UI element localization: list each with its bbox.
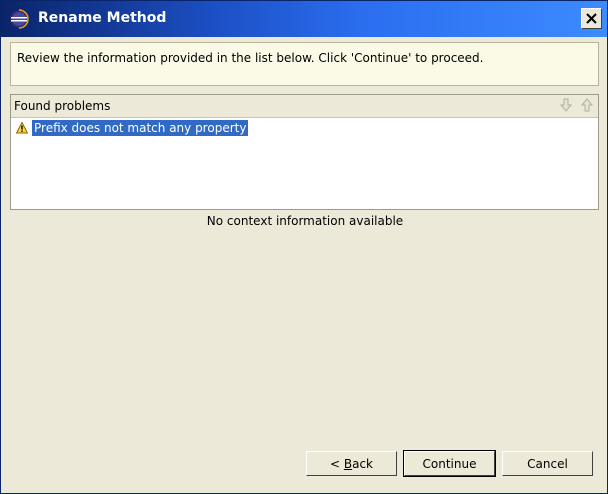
back-button-suffix: ack bbox=[352, 457, 373, 471]
warning-icon bbox=[15, 121, 29, 134]
title-bar[interactable]: Rename Method bbox=[1, 1, 607, 37]
message-banner: Review the information provided in the l… bbox=[10, 42, 599, 86]
context-info-text: No context information available bbox=[206, 214, 404, 228]
previous-problem-icon[interactable] bbox=[580, 98, 594, 112]
back-button[interactable]: < Back bbox=[306, 451, 397, 476]
close-icon bbox=[586, 13, 597, 24]
message-text: Review the information provided in the l… bbox=[17, 51, 484, 65]
back-button-mnemonic: B bbox=[343, 457, 353, 471]
problems-header: Found problems bbox=[11, 95, 598, 118]
problem-text: Prefix does not match any property bbox=[32, 120, 249, 136]
cancel-button[interactable]: Cancel bbox=[502, 451, 593, 476]
continue-button[interactable]: Continue bbox=[403, 450, 496, 477]
problems-header-label: Found problems bbox=[14, 99, 111, 113]
back-button-prefix: < bbox=[329, 457, 344, 471]
eclipse-icon bbox=[9, 9, 29, 29]
window-title: Rename Method bbox=[38, 10, 167, 26]
next-problem-icon[interactable] bbox=[559, 98, 573, 112]
rename-method-dialog: Rename Method Review the information pro… bbox=[0, 0, 608, 494]
found-problems-panel: Found problems Prefix does not match any… bbox=[10, 94, 599, 210]
problems-list[interactable]: Prefix does not match any property bbox=[11, 118, 598, 209]
close-button[interactable] bbox=[581, 8, 602, 29]
